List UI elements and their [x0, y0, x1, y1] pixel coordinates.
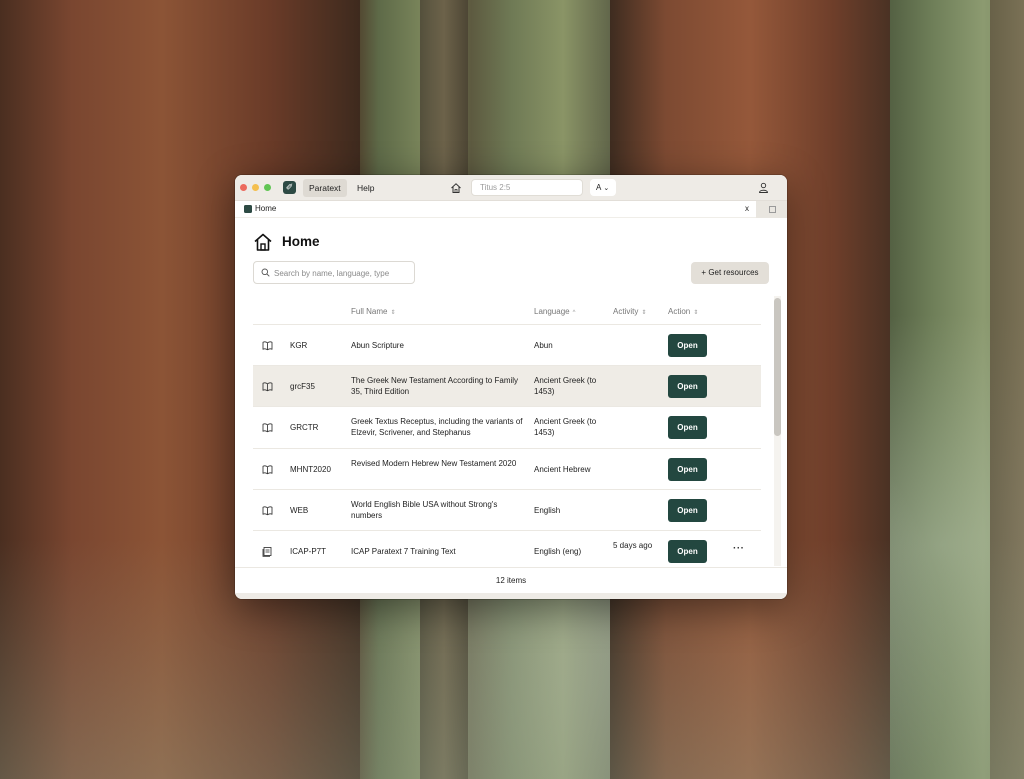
paratext-logo-icon: ✐ — [283, 181, 296, 194]
column-label: Activity — [613, 307, 639, 316]
table-row[interactable]: GRCTR Greek Textus Receptus, including th… — [253, 407, 761, 449]
sort-icon: ⇕ — [641, 310, 647, 316]
resource-language: Abun — [534, 341, 553, 350]
font-selector-value: A — [596, 183, 602, 192]
table-body: KGR Abun Scripture Abun Open grcF35 The Greek… — [253, 325, 761, 566]
resource-abbreviation: GRCTR — [290, 423, 319, 433]
open-button[interactable]: Open — [668, 416, 707, 440]
table-row[interactable]: grcF35 The Greek New Testament According … — [253, 366, 761, 408]
table-header: Full Name ⇕ Language ^ Activity ⇕ Action ⇕ — [253, 298, 761, 325]
tab-home[interactable]: Home — [255, 204, 276, 213]
window-bottom-edge — [235, 593, 787, 599]
resource-language: Ancient Greek (to 1453) — [534, 417, 597, 438]
paratext-window: ✐ Paratext Help Titus 2:5 A ⌄ Home x Home — [235, 175, 787, 599]
search-field[interactable] — [253, 261, 415, 284]
book-icon — [262, 464, 273, 475]
sort-icon: ⇕ — [390, 310, 396, 316]
table-row[interactable]: KGR Abun Scripture Abun Open — [253, 325, 761, 367]
book-icon — [262, 505, 273, 516]
open-button[interactable]: Open — [668, 334, 707, 357]
resource-language: English (eng) — [534, 546, 582, 556]
column-label: Full Name — [351, 307, 388, 316]
item-count: 12 items — [495, 576, 527, 585]
home-content: Home + Get resources Full Name⇕ Language… — [235, 218, 787, 599]
resource-abbreviation: KGR — [290, 341, 308, 350]
resource-full-name: Greek Textus Receptus, including the var… — [351, 417, 523, 438]
column-label: Action — [668, 307, 691, 316]
scrollbar-thumb[interactable] — [774, 298, 781, 436]
open-button[interactable]: Open — [668, 539, 707, 563]
table-footer: 12 items — [235, 567, 787, 593]
resources-table: Full Name ⇕ Language ^ Activity ⇕ Action ⇕ K… — [253, 298, 761, 566]
chevron-down-icon: ⌄ — [603, 185, 610, 192]
column-header-language[interactable]: Language ^ — [534, 307, 575, 316]
tab-bar: Home x — [235, 201, 787, 218]
book-icon — [262, 381, 273, 392]
zoom-window-button[interactable] — [264, 184, 271, 191]
paratext-tab-icon — [244, 205, 252, 213]
more-options-icon[interactable]: ··· — [733, 543, 745, 554]
resource-language: English — [534, 505, 561, 515]
search-input[interactable] — [274, 266, 410, 280]
open-button[interactable]: Open — [668, 498, 707, 522]
resource-abbreviation: MHNT2020 — [290, 464, 331, 474]
resource-abbreviation: WEB — [290, 505, 309, 515]
table-row[interactable]: ICAP-P7T ICAP Paratext 7 Training Text Eng… — [253, 531, 761, 566]
resource-full-name: Abun Scripture — [351, 341, 404, 350]
tab-layout-toggle[interactable] — [756, 201, 787, 218]
menu-help[interactable]: Help — [351, 179, 380, 197]
table-row[interactable]: WEB World English Bible USA without Stron… — [253, 490, 761, 531]
menu-paratext[interactable]: Paratext — [303, 179, 347, 197]
sort-ascending-icon: ^ — [572, 310, 576, 316]
resource-activity: 5 days ago — [613, 540, 653, 550]
resource-abbreviation: grcF35 — [290, 382, 315, 392]
tab-close-button[interactable]: x — [745, 204, 749, 213]
close-window-button[interactable] — [240, 184, 247, 191]
resource-full-name: Revised Modern Hebrew New Testament 2020 — [351, 458, 517, 468]
open-button[interactable]: Open — [668, 375, 707, 399]
column-header-action[interactable]: Action ⇕ — [668, 307, 698, 316]
window-controls — [240, 184, 271, 191]
title-bar: ✐ Paratext Help Titus 2:5 A ⌄ — [235, 175, 787, 201]
column-label: Language — [534, 307, 570, 316]
sort-icon: ⇕ — [693, 310, 699, 316]
user-icon[interactable] — [758, 182, 769, 193]
search-icon — [261, 268, 270, 277]
scripture-reference-input[interactable]: Titus 2:5 — [471, 179, 583, 196]
column-header-activity[interactable]: Activity ⇕ — [613, 307, 646, 316]
table-row[interactable]: MHNT2020 Revised Modern Hebrew New Testam… — [253, 449, 761, 490]
page-title: Home — [282, 234, 320, 249]
resource-full-name: World English Bible USA without Strong's… — [351, 499, 498, 520]
resource-abbreviation: ICAP-P7T — [290, 546, 327, 556]
minimize-window-button[interactable] — [252, 184, 259, 191]
open-button[interactable]: Open — [668, 457, 707, 481]
book-icon — [262, 340, 273, 351]
project-icon — [262, 546, 273, 557]
resource-full-name: ICAP Paratext 7 Training Text — [351, 546, 456, 556]
font-selector[interactable]: A ⌄ — [590, 179, 616, 196]
panel-icon — [769, 206, 776, 213]
get-resources-button[interactable]: + Get resources — [691, 262, 769, 284]
column-header-full-name[interactable]: Full Name ⇕ — [351, 307, 395, 316]
book-icon — [262, 422, 273, 433]
resource-language: Ancient Greek (to 1453) — [534, 376, 597, 397]
resource-language: Ancient Hebrew — [534, 464, 591, 474]
home-icon[interactable] — [450, 182, 462, 194]
home-icon — [254, 233, 272, 251]
resource-full-name: The Greek New Testament According to Fam… — [351, 376, 519, 397]
table-scrollbar[interactable] — [774, 296, 781, 566]
